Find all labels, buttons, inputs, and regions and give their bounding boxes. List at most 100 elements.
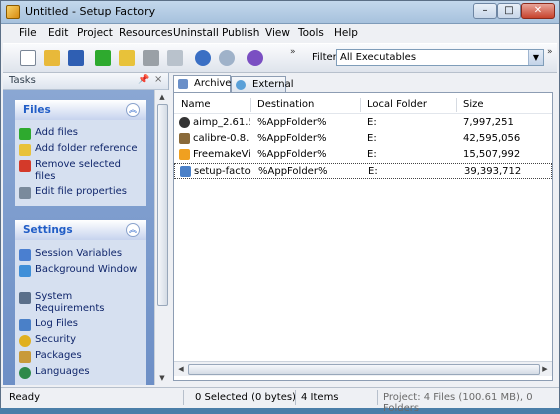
redo-icon: [219, 50, 235, 66]
cell-size: 42,595,056: [463, 133, 521, 144]
file-properties-icon: [19, 187, 31, 199]
collapse-icon[interactable]: ︽: [126, 103, 140, 117]
settings-group: Settings ︽ Session Variables Background …: [15, 220, 146, 385]
tab-label: Archive: [194, 78, 232, 89]
toolbar-overflow-right-icon[interactable]: »: [547, 47, 553, 57]
scroll-left-icon[interactable]: ◀: [176, 364, 186, 374]
chevron-down-icon[interactable]: ▼: [528, 50, 543, 65]
cell-destination: %AppFolder%: [257, 117, 327, 128]
column-header-name[interactable]: Name: [181, 99, 211, 110]
status-selected: 0 Selected (0 bytes): [195, 392, 296, 403]
tab-external[interactable]: External: [231, 76, 294, 92]
scroll-thumb[interactable]: [188, 364, 540, 375]
menu-project[interactable]: Project: [77, 27, 113, 39]
title-bar: Untitled - Setup Factory – □ ✕: [1, 1, 559, 24]
file-list[interactable]: Name Destination Local Folder Size aimp_…: [173, 92, 553, 381]
open-project-icon: [44, 50, 60, 66]
cell-size: 15,507,992: [463, 149, 521, 160]
table-row[interactable]: FreemakeVi... %AppFolder% E: 15,507,992: [174, 147, 552, 163]
security-icon: [19, 335, 31, 347]
minimize-button[interactable]: –: [473, 3, 497, 19]
cell-size: 7,997,251: [463, 117, 514, 128]
add-folder-reference-button[interactable]: [116, 47, 138, 69]
files-group-header[interactable]: Files ︽: [15, 100, 146, 120]
file-properties-icon: [167, 50, 183, 66]
scroll-up-icon[interactable]: ▲: [157, 92, 167, 102]
settings-group-header[interactable]: Settings ︽: [15, 220, 146, 240]
scroll-down-icon[interactable]: ▼: [157, 373, 167, 383]
status-divider: [295, 390, 296, 405]
undo-button[interactable]: [192, 47, 214, 69]
app-icon: [6, 5, 20, 19]
remove-button[interactable]: [140, 47, 162, 69]
calibre-file-icon: [179, 133, 190, 144]
menu-file[interactable]: File: [19, 27, 37, 39]
close-button[interactable]: ✕: [521, 3, 555, 19]
close-pane-icon[interactable]: ×: [154, 74, 162, 85]
cell-local-folder: E:: [367, 149, 377, 160]
tasks-scrollbar[interactable]: ▲ ▼: [154, 90, 169, 385]
cell-destination: %AppFolder%: [257, 133, 327, 144]
new-project-button[interactable]: [17, 47, 39, 69]
tasks-body: Files ︽ Add files Add folder reference R…: [3, 90, 154, 385]
menu-uninstall[interactable]: Uninstall: [173, 27, 219, 39]
add-files-button[interactable]: [92, 47, 114, 69]
collapse-icon[interactable]: ︽: [126, 223, 140, 237]
menu-resources[interactable]: Resources: [119, 27, 173, 39]
archive-icon: [178, 79, 188, 89]
undo-icon: [195, 50, 211, 66]
task-label: Edit file properties: [35, 186, 127, 197]
toolbar-overflow-icon[interactable]: »: [290, 47, 296, 57]
scroll-thumb[interactable]: [157, 104, 168, 306]
filter-dropdown[interactable]: All Executables ▼: [336, 49, 544, 66]
file-properties-button[interactable]: [164, 47, 186, 69]
table-row[interactable]: calibre-0.8.1... %AppFolder% E: 42,595,0…: [174, 131, 552, 147]
column-divider[interactable]: [250, 98, 251, 112]
menu-view[interactable]: View: [265, 27, 290, 39]
status-project: Project: 4 Files (100.61 MB), 0 Folders: [383, 392, 533, 414]
column-header-size[interactable]: Size: [463, 99, 484, 110]
cell-name: FreemakeVi...: [193, 149, 250, 160]
new-project-icon: [20, 50, 36, 66]
menu-publish[interactable]: Publish: [222, 27, 259, 39]
cell-destination: %AppFolder%: [257, 149, 327, 160]
system-requirements-icon: [19, 292, 31, 304]
filter-value: All Executables: [340, 52, 417, 63]
menu-edit[interactable]: Edit: [48, 27, 68, 39]
menu-help[interactable]: Help: [334, 27, 358, 39]
menu-tools[interactable]: Tools: [298, 27, 324, 39]
main-panel: Archive External Name Destination Local …: [170, 73, 557, 385]
table-row[interactable]: setup-facto... %AppFolder% E: 39,393,712: [174, 163, 552, 179]
app-window: Untitled - Setup Factory – □ ✕ File Edit…: [0, 0, 560, 414]
redo-button[interactable]: [216, 47, 238, 69]
column-divider[interactable]: [456, 98, 457, 112]
tab-archive[interactable]: Archive: [173, 75, 231, 92]
cell-destination: %AppFolder%: [258, 166, 328, 177]
column-header-local-folder[interactable]: Local Folder: [367, 99, 427, 110]
build-button[interactable]: [244, 47, 266, 69]
maximize-button[interactable]: □: [497, 3, 521, 19]
task-label: Add files: [35, 127, 78, 138]
add-folder-reference-icon: [119, 50, 135, 66]
scroll-right-icon[interactable]: ▶: [540, 364, 550, 374]
task-label: Session Variables: [35, 248, 123, 259]
pin-icon[interactable]: 📌: [138, 75, 149, 85]
table-row[interactable]: aimp_2.61.5... %AppFolder% E: 7,997,251: [174, 115, 552, 131]
column-header-destination[interactable]: Destination: [257, 99, 314, 110]
status-items: 4 Items: [301, 392, 339, 403]
open-project-button[interactable]: [41, 47, 63, 69]
add-files-icon: [95, 50, 111, 66]
column-divider[interactable]: [360, 98, 361, 112]
task-label: Security: [35, 334, 77, 345]
add-files-icon: [19, 128, 31, 140]
save-project-button[interactable]: [65, 47, 87, 69]
horizontal-scrollbar[interactable]: ◀ ▶: [174, 361, 552, 376]
cell-name: aimp_2.61.5...: [193, 117, 250, 128]
task-label: Background Window: [35, 264, 138, 275]
status-bar: Ready 0 Selected (0 bytes) 4 Items Proje…: [1, 387, 559, 414]
status-divider: [377, 390, 378, 405]
add-folder-reference-icon: [19, 144, 31, 156]
remove-icon: [143, 50, 159, 66]
packages-icon: [19, 351, 31, 363]
task-label: Languages: [35, 366, 90, 377]
